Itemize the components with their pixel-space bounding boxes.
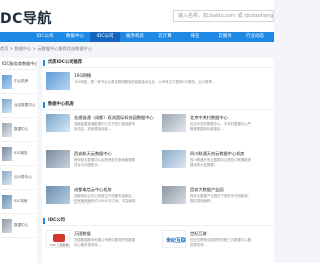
sidebar-item-label: IDC服务 <box>14 151 28 155</box>
site-header: DC导航 输入名称，如:baidu.com 或 idcdaohang.com <box>0 0 274 32</box>
card-desc: 成都金盾链通数据中心位于四川省成都市双流区，机房建设标准... <box>74 122 136 131</box>
card-name: 四川联通天府云数据中心机房 <box>190 151 245 156</box>
sidebar-item[interactable]: 数据中心 <box>0 118 37 142</box>
sidebar-thumb <box>2 146 12 161</box>
card-name: 西安航天云数据中心 <box>74 151 112 156</box>
sidebar-item[interactable]: IDC服务 <box>0 142 37 166</box>
card-name: 191网络 <box>74 74 92 79</box>
sidebar-item[interactable]: 云计算中心 <box>0 166 37 190</box>
card-desc: 成都电信云中心机房位于成都市高新区，机房使用面积约10000平方米，可容纳机柜4… <box>74 194 136 204</box>
datacenter-card[interactable]: 北京中关村数据中心 北京中关村数据中心，中关村数据中心严格按照国际标准建设... <box>162 114 272 136</box>
sidebar-thumb <box>2 98 12 113</box>
card-name: 世纪互联 <box>190 231 207 236</box>
sidebar-item[interactable]: 中云机房 <box>0 70 37 94</box>
card-thumbnail <box>162 186 186 204</box>
card-thumbnail <box>46 186 70 204</box>
nav-item-idc[interactable]: IDC公司 <box>30 32 60 42</box>
datacenter-card[interactable]: 金盾链通（成都）双流国际科技园数据中心 成都金盾链通数据中心位于四川省成都市双流… <box>46 114 156 136</box>
sidebar-item[interactable]: 北京数据中心 <box>0 94 37 118</box>
sidebar-thumb <box>2 122 12 137</box>
main-content: 优质IDC公司推荐 191网络 191网络，是一家专业从事互联网服务的高新技术企… <box>42 58 274 263</box>
nav-item-hosting[interactable]: 服务机房 <box>120 32 150 42</box>
gds-logo: GDS 万国数据 <box>46 230 70 248</box>
card-thumbnail <box>46 72 70 90</box>
section-title-idc: IDC公司 <box>42 216 274 226</box>
datacenter-card[interactable]: 四川联通天府云数据中心机房 四川联通天府云数据中心是四川联通投资建设的大型数据.… <box>162 150 272 172</box>
datacenter-card[interactable]: 西安航天云数据中心 西安航天数据中心由西安航天基地管理委员会与中国航天... <box>46 150 156 172</box>
idc-company-card[interactable]: GDS 万国数据 万国数据 万国数据服务有限公司是中国领先的数据中心服务提供商.… <box>46 230 156 252</box>
sidebar: IDC服务商数据中心 中云机房 北京数据中心 数据中心 IDC服务 云计算中心 … <box>0 58 37 263</box>
sidebar-thumb <box>2 170 12 185</box>
gds-logo-caption: GDS 万国数据 <box>49 243 69 247</box>
card-name: 万国数据 <box>74 231 91 236</box>
sidebar-title: IDC服务商数据中心 <box>0 58 37 70</box>
card-name: 西安大数据产业园 <box>190 187 224 192</box>
nav-item-home[interactable] <box>0 32 30 42</box>
section-title-featured: 优质IDC公司推荐 <box>42 58 274 68</box>
sidebar-item-label: 数据中心 <box>14 223 29 227</box>
site-logo[interactable]: DC导航 <box>0 8 52 28</box>
21vianet-logo-mark: 世纪互联 <box>166 238 187 244</box>
card-desc: 四川联通天府云数据中心是四川联通投资建设的大型数据... <box>190 158 252 167</box>
sidebar-item[interactable]: IDC机房 <box>0 190 37 214</box>
sidebar-item-label: 云计算中心 <box>14 175 32 179</box>
nav-item-news[interactable]: 行业动态 <box>240 32 270 42</box>
main-nav: IDC公司 数据中心 IDC公司 服务机房 云计算 域名 云服务 行业动态 <box>0 32 274 42</box>
datacenter-card[interactable]: 成都电信云中心机房 成都电信云中心机房位于成都市高新区，机房使用面积约10000… <box>46 186 156 208</box>
sidebar-thumb <box>2 194 12 209</box>
card-desc: 世纪互联是中国领先的第三方数据中心服务提供商... <box>190 238 252 247</box>
sidebar-item-label: IDC机房 <box>14 199 28 203</box>
nav-item-cloud-service[interactable]: 云服务 <box>210 32 240 42</box>
gds-logo-mark <box>53 234 65 242</box>
featured-card[interactable]: 191网络 191网络，是一家专业从事互联网服务的高新技术企业，公司专注于提供I… <box>46 72 270 94</box>
sidebar-thumb <box>2 218 12 233</box>
card-name: 成都电信云中心机房 <box>74 187 112 192</box>
section-title-datacenters: 数据中心机房 <box>42 100 274 110</box>
nav-item-domain[interactable]: 域名 <box>180 32 210 42</box>
sidebar-item[interactable]: 数据中心 <box>0 214 37 238</box>
card-name: 北京中关村数据中心 <box>190 115 228 120</box>
idc-company-card[interactable]: 世纪互联 世纪互联 世纪互联是中国领先的第三方数据中心服务提供商... <box>162 230 272 252</box>
card-thumbnail <box>46 114 70 132</box>
sidebar-thumb <box>2 74 12 89</box>
nav-item-idc-active[interactable]: IDC公司 <box>90 32 120 42</box>
search-input[interactable]: 输入名称，如:baidu.com 或 idcdaohang.com <box>173 10 274 22</box>
card-desc: 西安大数据产业园位于西安市沣西新城，园区规划面积... <box>190 194 252 203</box>
card-desc: 万国数据服务有限公司是中国领先的数据中心服务提供商... <box>74 238 136 247</box>
sidebar-item-label: 北京数据中心 <box>14 103 36 107</box>
card-thumbnail <box>162 150 186 168</box>
card-desc: 北京中关村数据中心，中关村数据中心严格按照国际标准建设... <box>190 122 252 131</box>
card-thumbnail <box>46 150 70 168</box>
21vianet-logo: 世纪互联 <box>162 230 186 248</box>
datacenter-card[interactable]: 西安大数据产业园 西安大数据产业园位于西安市沣西新城，园区规划面积... <box>162 186 272 208</box>
card-thumbnail <box>162 114 186 132</box>
breadcrumb: 首页 > 数据中心 > 云数据中心推荐优选数据中心 <box>0 46 92 51</box>
card-desc: 西安航天数据中心由西安航天基地管理委员会与中国航天... <box>74 158 136 167</box>
sidebar-item-label: 中云机房 <box>14 79 29 83</box>
nav-item-datacenter[interactable]: 数据中心 <box>60 32 90 42</box>
nav-item-cloud[interactable]: 云计算 <box>150 32 180 42</box>
card-name: 金盾链通（成都）双流国际科技园数据中心 <box>74 115 154 120</box>
sidebar-item-label: 数据中心 <box>14 127 29 131</box>
card-desc: 191网络，是一家专业从事互联网服务的高新技术企业，公司专注于提供IDC服务、云… <box>74 80 216 84</box>
